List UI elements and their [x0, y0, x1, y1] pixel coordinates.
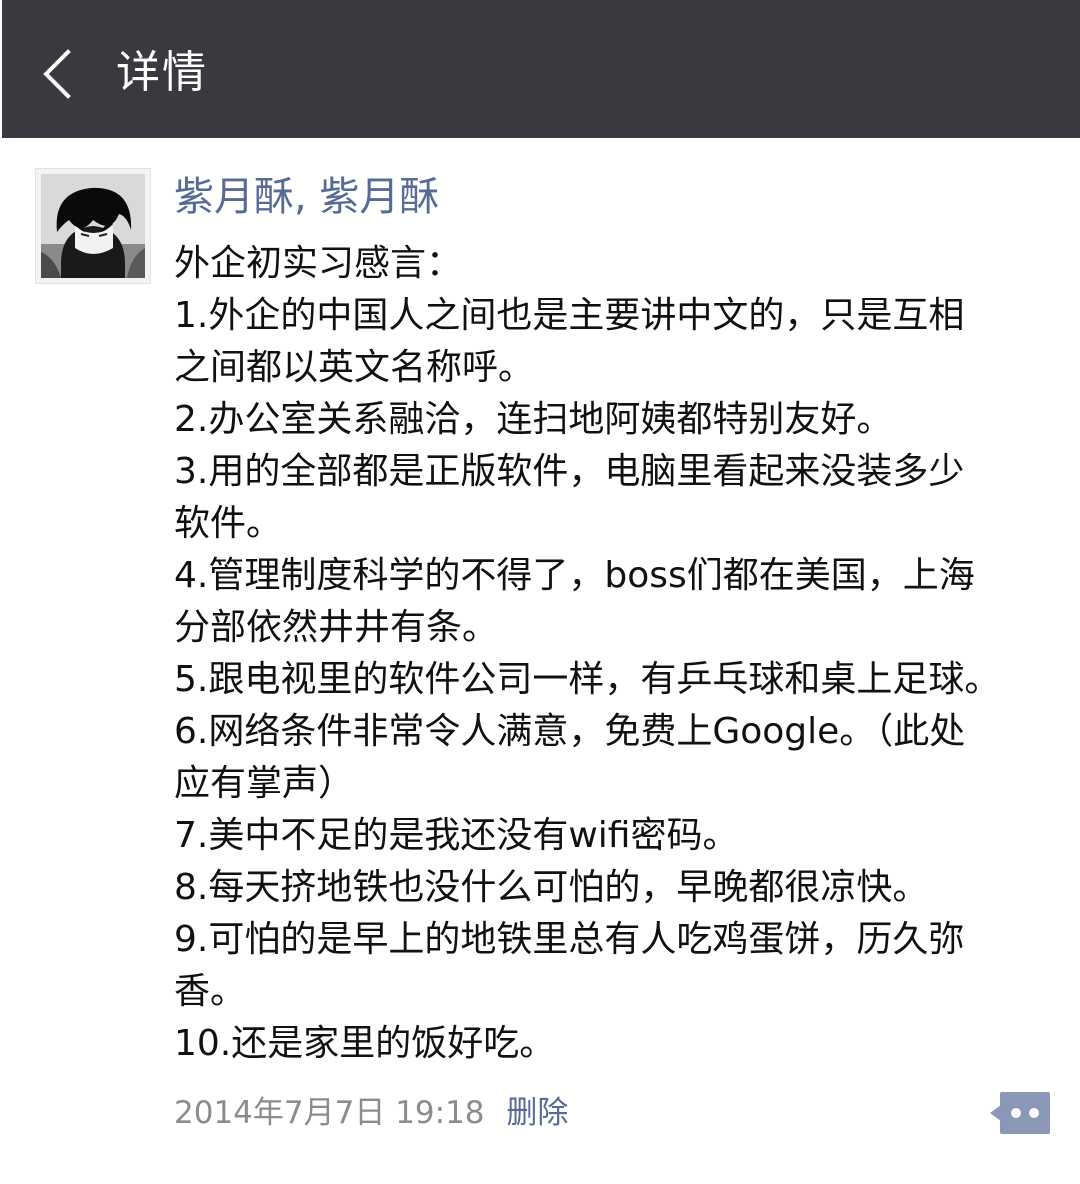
- post-text-line: 分部依然井井有条。: [174, 607, 499, 648]
- post-text-line: 外企初实习感言：: [174, 243, 463, 284]
- post-text-line: 8.每天挤地铁也没什么可怕的，早晚都很凉快。: [174, 867, 929, 908]
- post-text-line: 1.外企的中国人之间也是主要讲中文的，只是互相: [174, 295, 965, 336]
- post-text-line: 10.还是家里的饭好吃。: [174, 1023, 556, 1064]
- avatar[interactable]: [35, 168, 151, 284]
- back-button[interactable]: [32, 40, 92, 104]
- chevron-left-icon: [32, 40, 92, 104]
- top-bar: 详情: [0, 0, 1080, 138]
- post-text-line: 9.可怕的是早上的地铁里总有人吃鸡蛋饼，历久弥: [174, 919, 965, 960]
- delete-link[interactable]: 删除: [506, 1095, 568, 1131]
- post-body: 外企初实习感言： 1.外企的中国人之间也是主要讲中文的，只是互相 之间都以英文名…: [174, 238, 1074, 1070]
- post-text-line: 香。: [174, 971, 247, 1012]
- moment-post: 紫月酥, 紫月酥 外企初实习感言： 1.外企的中国人之间也是主要讲中文的，只是互…: [174, 168, 1074, 1070]
- post-text-line: 应有掌声）: [174, 763, 355, 804]
- post-text-line: 3.用的全部都是正版软件，电脑里看起来没装多少: [174, 451, 965, 492]
- post-meta: 2014年7月7日 19:18 删除: [174, 1090, 568, 1136]
- author-name-link[interactable]: 紫月酥, 紫月酥: [174, 168, 1074, 226]
- post-text-line: 软件。: [174, 503, 283, 544]
- post-text-line: 4.管理制度科学的不得了，boss们都在美国，上海: [174, 555, 975, 596]
- post-text-line: 2.办公室关系融洽，连扫地阿姨都特别友好。: [174, 399, 893, 440]
- post-text-line: 6.网络条件非常令人满意，免费上Google。（此处: [174, 711, 966, 752]
- comment-button[interactable]: [990, 1092, 1050, 1134]
- page-title: 详情: [116, 47, 208, 98]
- post-timestamp: 2014年7月7日 19:18: [174, 1095, 485, 1131]
- comment-more-icon: [990, 1092, 1050, 1134]
- post-text-line: 5.跟电视里的软件公司一样，有乒乓球和桌上足球。: [174, 659, 1001, 700]
- post-text-line: 7.美中不足的是我还没有wifi密码。: [174, 815, 739, 856]
- post-text-line: 之间都以英文名称呼。: [174, 347, 535, 388]
